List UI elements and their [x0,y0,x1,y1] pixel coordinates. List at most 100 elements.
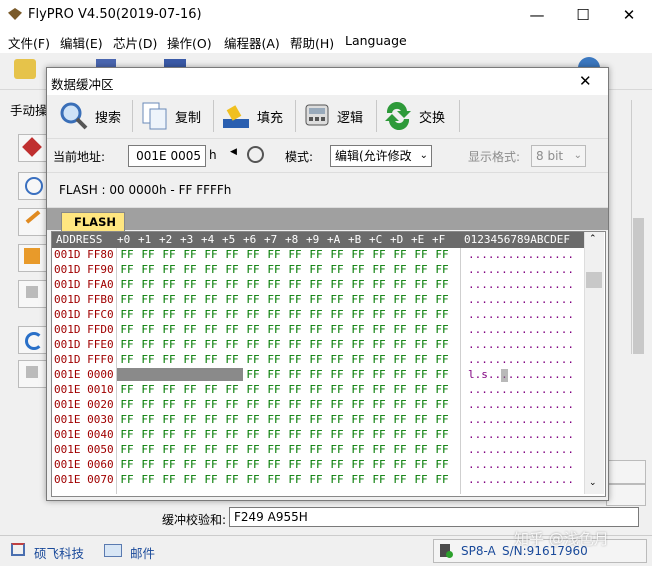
hex-byte[interactable]: FF [181,248,199,261]
hex-scrollbar[interactable]: ⌃ ⌄ [584,232,604,494]
hex-byte[interactable]: FF [286,473,304,486]
hex-byte[interactable]: FF [180,368,201,381]
hex-byte[interactable]: FF [412,338,430,351]
hex-byte[interactable]: FF [265,323,283,336]
hex-byte[interactable]: FF [433,473,451,486]
hex-byte[interactable]: FF [265,248,283,261]
hex-byte[interactable]: FF [328,353,346,366]
hex-byte[interactable]: FF [118,293,136,306]
hex-byte[interactable]: FF [265,368,283,381]
hex-byte[interactable]: FF [286,338,304,351]
hex-byte[interactable]: FF [223,278,241,291]
hex-byte[interactable]: FF [328,308,346,321]
hex-byte[interactable]: FF [202,308,220,321]
hex-byte[interactable]: FF [244,383,262,396]
hex-byte[interactable]: FF [181,398,199,411]
hex-byte[interactable]: FF [349,398,367,411]
hex-scrollbar-thumb[interactable] [586,272,602,288]
hex-byte[interactable]: FF [433,278,451,291]
hex-byte[interactable]: FF [307,323,325,336]
hex-byte[interactable]: FF [307,263,325,276]
hex-byte[interactable]: FF [244,248,262,261]
hex-byte[interactable]: FF [265,308,283,321]
hex-byte[interactable]: FF [370,353,388,366]
hex-byte[interactable]: FF [433,263,451,276]
hex-byte[interactable]: FF [265,383,283,396]
hex-byte[interactable]: FF [181,353,199,366]
hex-byte[interactable]: FF [118,413,136,426]
hex-byte[interactable]: FF [265,263,283,276]
close-window-button[interactable]: ✕ [606,0,652,31]
hex-byte[interactable]: FF [244,413,262,426]
hex-byte[interactable]: FF [391,353,409,366]
hex-byte[interactable]: FF [412,428,430,441]
hex-byte[interactable]: FF [139,278,157,291]
home-icon[interactable] [11,543,25,556]
hex-byte[interactable]: FF [139,263,157,276]
hex-byte[interactable]: FF [181,383,199,396]
hex-byte[interactable]: FF [139,473,157,486]
hex-byte[interactable]: FF [307,383,325,396]
hex-byte[interactable]: FF [349,353,367,366]
hex-byte[interactable]: FF [139,293,157,306]
hex-byte[interactable]: FF [181,278,199,291]
hex-byte[interactable]: FF [328,293,346,306]
hex-byte[interactable]: FF [370,473,388,486]
hex-byte[interactable]: FF [349,338,367,351]
hex-byte[interactable]: FF [223,383,241,396]
hex-byte[interactable]: FF [223,458,241,471]
hex-byte[interactable]: FF [265,293,283,306]
hex-byte[interactable]: FF [181,293,199,306]
hex-byte[interactable]: FF [223,353,241,366]
hex-byte[interactable]: FF [349,368,367,381]
dialog-close-button[interactable]: ✕ [579,72,592,90]
hex-byte[interactable]: FF [349,413,367,426]
hex-byte[interactable]: FF [265,443,283,456]
hex-byte[interactable]: FF [286,293,304,306]
hex-byte[interactable]: FF [391,248,409,261]
hex-byte[interactable]: FF [160,383,178,396]
hex-byte[interactable]: FF [412,353,430,366]
history-icon[interactable] [247,146,264,163]
menu-operation[interactable]: 操作(O) [167,33,212,52]
hex-byte[interactable]: FF [139,248,157,261]
hex-byte[interactable]: FF [391,278,409,291]
minimize-button[interactable]: — [514,0,560,31]
hex-byte[interactable]: FF [328,323,346,336]
hex-byte[interactable]: FF [265,278,283,291]
hex-byte[interactable]: FF [181,338,199,351]
hex-byte[interactable]: FF [307,458,325,471]
hex-byte[interactable]: FF [265,413,283,426]
hex-byte[interactable]: FF [202,323,220,336]
hex-byte[interactable]: FF [391,368,409,381]
hex-byte[interactable]: FF [223,443,241,456]
hex-byte[interactable]: FF [349,458,367,471]
hex-byte[interactable]: FF [391,443,409,456]
hex-byte[interactable]: FF [139,428,157,441]
hex-byte[interactable]: FF [181,263,199,276]
hex-byte[interactable]: FF [118,308,136,321]
hex-byte[interactable]: FF [307,428,325,441]
hex-byte[interactable]: FF [307,473,325,486]
hex-byte[interactable]: FF [265,473,283,486]
hex-byte[interactable]: FF [181,458,199,471]
hex-byte[interactable]: FF [202,278,220,291]
hex-byte[interactable]: FF [202,383,220,396]
hex-editor[interactable]: ADDRESS +0 +1 +2 +3 +4 +5 +6 +7 +8 +9 +A +B +C +D +E +F… [51,231,606,497]
hex-byte[interactable]: FF [265,458,283,471]
hex-byte[interactable]: FF [265,428,283,441]
company-link[interactable]: 硕飞科技 [34,543,84,562]
hex-byte[interactable]: FF [223,398,241,411]
hex-byte[interactable]: FF [349,443,367,456]
hex-byte[interactable]: FF [160,353,178,366]
hex-byte[interactable]: FF [286,383,304,396]
hex-byte[interactable]: FF [139,413,157,426]
hex-byte[interactable]: FF [286,413,304,426]
hex-byte[interactable]: FF [412,308,430,321]
hex-byte[interactable]: FF [433,368,451,381]
hex-byte[interactable]: FF [391,383,409,396]
hex-byte[interactable]: FF [433,413,451,426]
hex-byte[interactable]: FF [118,323,136,336]
menu-programmer[interactable]: 编程器(A) [224,33,280,52]
hex-byte[interactable]: FF [349,383,367,396]
